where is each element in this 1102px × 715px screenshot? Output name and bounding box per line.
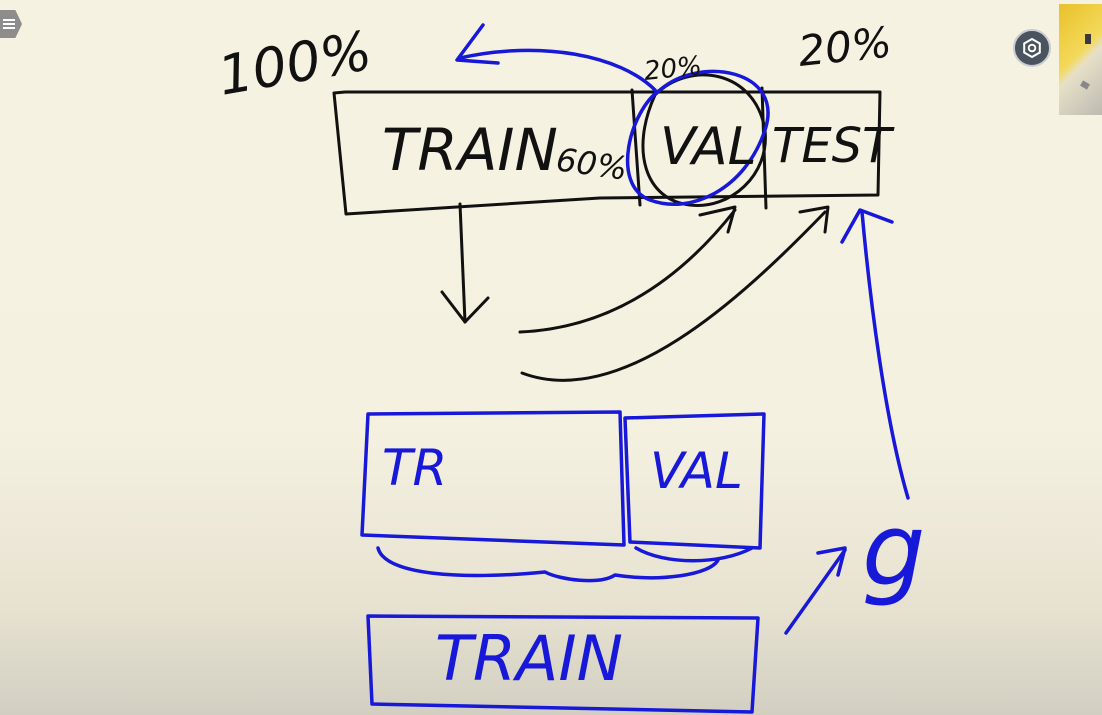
box-val-label: VAL xyxy=(650,442,743,500)
box-tr-label: TR xyxy=(382,439,447,497)
segment-val-label: VAL xyxy=(660,117,757,177)
brace xyxy=(376,546,720,583)
letter-g: g xyxy=(862,492,925,609)
curve-to-val-head xyxy=(698,205,737,234)
box-train-label: TRAIN xyxy=(435,622,623,695)
label-20-percent-test: 20% xyxy=(796,17,894,75)
whiteboard-canvas: 100% 20% 20% 60% TRAIN VAL TEST TR VAL T… xyxy=(213,17,925,714)
segment-train-label: TRAIN xyxy=(382,116,558,184)
arrow-to-g xyxy=(784,548,847,635)
curve-to-test-head xyxy=(798,205,830,234)
label-60-percent: 60% xyxy=(554,140,630,188)
arrow-to-100 xyxy=(458,48,657,92)
arrow-g-up-head xyxy=(840,208,894,244)
segment-test-label: TEST xyxy=(772,118,895,174)
arrow-g-up xyxy=(860,210,910,500)
arrow-down-black xyxy=(458,202,467,324)
curve-to-test xyxy=(520,210,827,382)
settings-gear-icon xyxy=(1023,38,1041,58)
webcam-thumbnail xyxy=(1059,4,1102,115)
settings-button[interactable] xyxy=(1013,29,1051,67)
label-100-percent: 100% xyxy=(213,19,376,108)
val-underline-curve xyxy=(634,546,754,563)
label-20-percent-val: 20% xyxy=(643,51,704,87)
curve-to-val xyxy=(518,208,737,334)
